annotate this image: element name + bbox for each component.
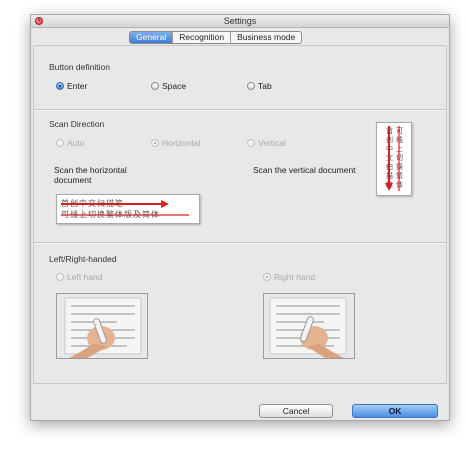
vertical-description: Scan the vertical document xyxy=(253,165,356,175)
right-hand-photo xyxy=(263,293,355,359)
cancel-button[interactable]: Cancel xyxy=(259,404,333,418)
scan-arrow-icon xyxy=(61,200,189,216)
radio-dot xyxy=(56,82,64,90)
radio-space[interactable]: Space xyxy=(151,81,186,91)
window-title: Settings xyxy=(223,16,257,26)
tab-business-mode[interactable]: Business mode xyxy=(231,32,301,43)
ok-button[interactable]: OK xyxy=(352,404,438,418)
scan-direction-title: Scan Direction xyxy=(49,119,105,129)
radio-label: Horizontal xyxy=(162,138,201,148)
radio-label: Right hand xyxy=(274,272,316,282)
radio-label: Left hand xyxy=(67,272,103,282)
title-bar: × Settings xyxy=(31,15,449,28)
radio-label: Space xyxy=(162,81,187,91)
radio-auto[interactable]: Auto xyxy=(56,138,85,148)
radio-dot xyxy=(247,139,255,147)
radio-horizontal[interactable]: Horizontal xyxy=(151,138,200,148)
radio-label: Tab xyxy=(258,81,272,91)
tab-general[interactable]: General xyxy=(130,32,174,43)
divider xyxy=(34,109,446,111)
radio-dot xyxy=(247,82,255,90)
radio-dot xyxy=(56,273,64,281)
radio-right-hand[interactable]: Right hand xyxy=(263,272,315,282)
radio-dot xyxy=(263,273,271,281)
radio-label: Vertical xyxy=(258,138,286,148)
radio-dot xyxy=(151,139,159,147)
vertical-scan-arrow-icon: 首创中文扫描笔 可线上切换繁体 xyxy=(385,126,403,191)
radio-tab[interactable]: Tab xyxy=(247,81,272,91)
vertical-sample-image: 首创中文扫描笔 可线上切换繁体 xyxy=(376,122,412,196)
radio-label: Enter xyxy=(67,81,88,91)
handedness-title: Left/Right-handed xyxy=(49,254,117,264)
left-hand-photo xyxy=(56,293,148,359)
right-hand-illustration xyxy=(264,294,354,358)
radio-label: Auto xyxy=(67,138,85,148)
radio-dot xyxy=(56,139,64,147)
tab-bar: General Recognition Business mode xyxy=(129,31,303,44)
settings-window: × Settings General Recognition Business … xyxy=(30,14,450,421)
divider xyxy=(34,242,446,244)
left-hand-illustration xyxy=(57,294,147,358)
button-definition-title: Button definition xyxy=(49,62,110,72)
general-panel: Button definition Enter Space Tab Scan D… xyxy=(33,45,447,384)
tab-recognition[interactable]: Recognition xyxy=(173,32,232,43)
horizontal-sample-image: 首创中文扫描笔 可线上切换繁体版及简体 xyxy=(56,194,200,224)
radio-left-hand[interactable]: Left hand xyxy=(56,272,102,282)
horizontal-description: Scan the horizontal document xyxy=(54,165,127,185)
radio-vertical[interactable]: Vertical xyxy=(247,138,286,148)
radio-dot xyxy=(151,82,159,90)
radio-enter[interactable]: Enter xyxy=(56,81,87,91)
